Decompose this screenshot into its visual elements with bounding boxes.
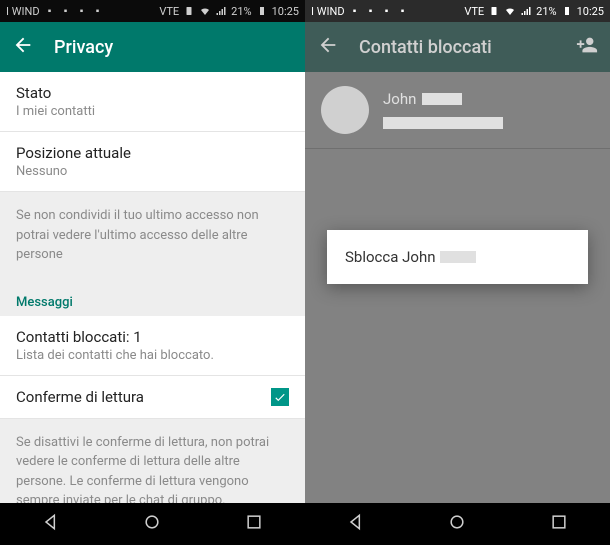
settings-list: Stato I miei contatti Posizione attuale … [0,72,305,503]
android-navbar [0,503,305,545]
notification-icon: ▪ [76,5,88,17]
android-navbar [305,503,610,545]
wifi-icon [504,5,516,17]
stato-value: I miei contatti [16,104,289,119]
redacted-text [422,93,462,105]
wifi-icon [199,5,211,17]
nav-recent-button[interactable] [549,512,569,536]
notification-icon: ▪ [349,5,361,17]
unblock-label: Sblocca John [345,248,436,266]
posizione-row[interactable]: Posizione attuale Nessuno [0,132,305,192]
battery-pct: 21% [536,5,556,18]
notification-icon: ▪ [92,5,104,17]
nav-back-button[interactable] [346,512,366,536]
blocked-contact-row[interactable]: John [305,72,610,149]
redacted-text [440,251,476,263]
nav-home-button[interactable] [142,512,162,536]
nav-back-button[interactable] [41,512,61,536]
vibrate-icon [183,5,195,17]
blocked-label: Contatti bloccati: 1 [16,328,289,346]
battery-icon [561,5,573,17]
signal-icon [520,5,532,17]
battery-pct: 21% [231,5,251,18]
nav-recent-button[interactable] [244,512,264,536]
battery-icon [256,5,268,17]
stato-row[interactable]: Stato I miei contatti [0,72,305,132]
notification-icon: ▪ [60,5,72,17]
vte-label: VTE [464,5,484,18]
blocked-sub: Lista dei contatti che hai bloccato. [16,348,289,363]
checkbox-checked-icon[interactable] [271,388,289,406]
notification-icon: ▪ [397,5,409,17]
stato-label: Stato [16,84,289,102]
back-button[interactable] [12,34,34,60]
posizione-label: Posizione attuale [16,144,289,162]
carrier-label: I WIND [311,5,345,18]
signal-icon [215,5,227,17]
section-messaggi: Messaggi [0,279,305,316]
blocked-contacts-row[interactable]: Contatti bloccati: 1 Lista dei contatti … [0,316,305,376]
nav-home-button[interactable] [447,512,467,536]
page-title: Contatti bloccati [359,37,492,58]
vibrate-icon [488,5,500,17]
read-receipts-row[interactable]: Conferme di lettura [0,376,305,419]
clock-label: 10:25 [272,5,299,18]
posizione-value: Nessuno [16,164,289,179]
status-bar: I WIND ▪ ▪ ▪ ▪ VTE 21% 10:25 [0,0,305,22]
contact-name: John [383,90,416,108]
status-bar: I WIND ▪ ▪ ▪ ▪ VTE 21% 10:25 [305,0,610,22]
notification-icon: ▪ [365,5,377,17]
read-receipts-label: Conferme di lettura [16,388,144,406]
back-button[interactable] [317,34,339,60]
clock-label: 10:25 [577,5,604,18]
avatar [321,86,369,134]
app-bar: Privacy [0,22,305,72]
notification-icon: ▪ [44,5,56,17]
last-seen-info: Se non condividi il tuo ultimo accesso n… [0,192,305,279]
blocked-contacts-screen: I WIND ▪ ▪ ▪ ▪ VTE 21% 10:25 Contatti bl… [305,0,610,545]
page-title: Privacy [54,37,113,58]
privacy-settings-screen: I WIND ▪ ▪ ▪ ▪ VTE 21% 10:25 Privacy [0,0,305,545]
redacted-text [383,117,503,129]
read-receipts-info: Se disattivi le conferme di lettura, non… [0,419,305,504]
add-contact-button[interactable] [576,34,598,60]
carrier-label: I WIND [6,5,40,18]
context-menu: Sblocca John [327,230,588,284]
unblock-menu-item[interactable]: Sblocca John [345,248,570,266]
app-bar: Contatti bloccati [305,22,610,72]
vte-label: VTE [159,5,179,18]
notification-icon: ▪ [381,5,393,17]
